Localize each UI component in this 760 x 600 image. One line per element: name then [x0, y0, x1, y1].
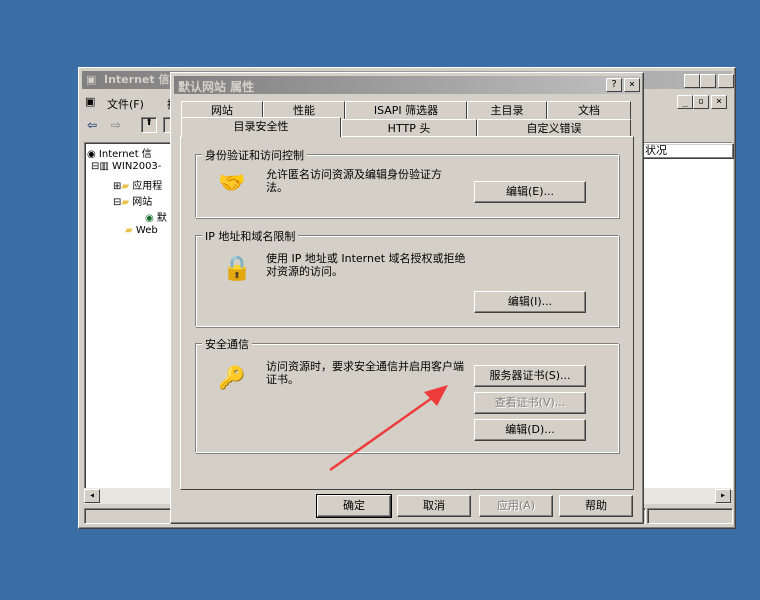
annotation-arrow	[329, 385, 448, 472]
tab-directory-security[interactable]: 目录安全性	[181, 117, 341, 137]
